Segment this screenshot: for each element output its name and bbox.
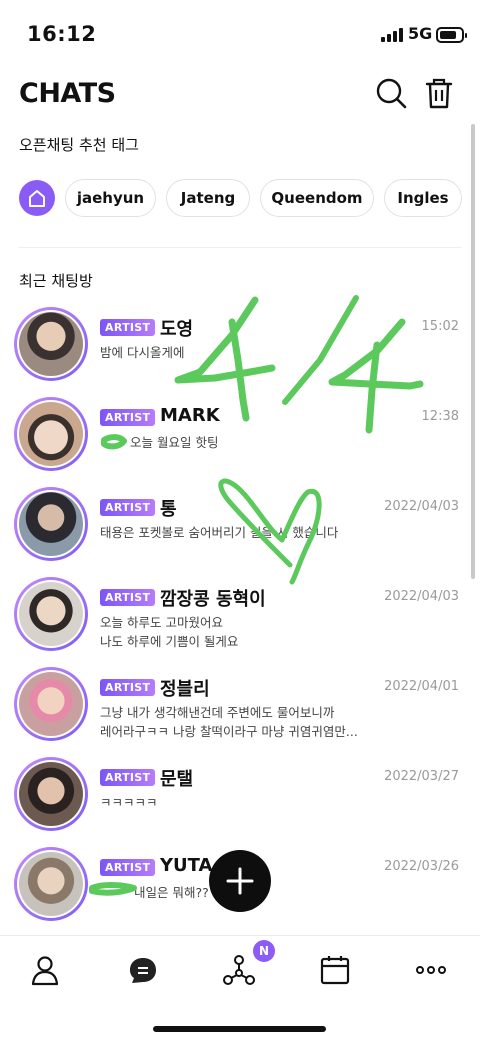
recent-section-label: 최근 채팅방 xyxy=(19,272,93,290)
chat-time: 12:38 xyxy=(421,409,459,424)
notification-badge: N xyxy=(253,940,275,962)
plus-icon xyxy=(226,867,254,895)
chat-icon[interactable] xyxy=(125,952,161,988)
chat-name: 깜장콩 동혁이 xyxy=(160,589,266,610)
chat-name: 도영 xyxy=(160,319,194,340)
search-icon[interactable] xyxy=(374,76,408,110)
chat-row[interactable]: ARTIST 통 2022/04/03 태용은 포켓볼로 숨어버리기 길을 시 … xyxy=(0,487,470,577)
artist-badge: ARTIST xyxy=(100,769,156,786)
status-time: 16:12 xyxy=(27,22,97,46)
artist-badge: ARTIST xyxy=(100,859,156,876)
avatar xyxy=(14,577,88,651)
chat-preview-line2: 레어라구ㅋㅋ 나랑 찰떡이라구 마냥 귀염귀염만... xyxy=(100,724,358,739)
scrollbar[interactable] xyxy=(471,124,475,579)
chat-preview: 그냥 내가 생각해낸건데 주변에도 물어보니까 xyxy=(100,705,335,720)
avatar xyxy=(14,307,88,381)
chat-row[interactable]: ARTIST 도영 15:02 밤에 다시올게에 xyxy=(0,307,470,397)
tab-bar: N xyxy=(0,935,480,1043)
tag-chip-ingles[interactable]: Ingles xyxy=(384,179,462,217)
tag-chip-jateng[interactable]: Jateng xyxy=(166,179,250,217)
artist-badge: ARTIST xyxy=(100,589,156,606)
network-type: 5G xyxy=(408,24,433,43)
home-indicator xyxy=(153,1026,326,1032)
avatar xyxy=(14,847,88,921)
chat-name: MARK xyxy=(160,405,220,426)
chat-time: 2022/04/01 xyxy=(384,679,459,694)
tags-section-label: 오픈채팅 추천 태그 xyxy=(19,136,139,154)
calendar-icon[interactable] xyxy=(317,952,353,988)
avatar xyxy=(14,487,88,561)
avatar xyxy=(14,667,88,741)
chat-name: YUTA xyxy=(160,855,213,876)
profile-icon[interactable] xyxy=(27,952,63,988)
chat-name: 통 xyxy=(160,499,177,520)
chat-preview: 내일은 뭐해?? xyxy=(134,885,209,900)
section-divider xyxy=(19,247,461,248)
chat-preview-line2: 나도 하루에 기쁨이 될게요 xyxy=(100,634,239,649)
chat-preview: 오늘 월요일 핫팅 xyxy=(130,435,219,450)
chat-name: 문탤 xyxy=(160,769,194,790)
trash-icon[interactable] xyxy=(422,76,456,110)
chat-preview: 밤에 다시올게에 xyxy=(100,345,185,360)
tag-chip-jaehyun[interactable]: jaehyun xyxy=(65,179,156,217)
chat-name: 정블리 xyxy=(160,679,210,700)
chat-preview: ㅋㅋㅋㅋㅋ xyxy=(100,795,158,810)
chat-row[interactable]: ARTIST 문탤 2022/03/27 ㅋㅋㅋㅋㅋ xyxy=(0,757,470,847)
more-icon[interactable] xyxy=(413,952,449,988)
artist-badge: ARTIST xyxy=(100,499,156,516)
chat-time: 15:02 xyxy=(421,319,459,334)
chat-row[interactable]: ARTIST MARK 12:38 오늘 월요일 핫팅 xyxy=(0,397,470,487)
chat-preview: 태용은 포켓볼로 숨어버리기 길을 시 했습니다 xyxy=(100,525,339,540)
avatar xyxy=(14,397,88,471)
status-bar: 16:12 5G xyxy=(0,0,480,70)
signal-icon xyxy=(381,28,403,42)
chat-row[interactable]: ARTIST 깜장콩 동혁이 2022/04/03 오늘 하루도 고마웠어요 나… xyxy=(0,577,470,667)
battery-icon xyxy=(436,27,467,43)
tag-chip-queendom[interactable]: Queendom xyxy=(260,179,374,217)
chat-time: 2022/04/03 xyxy=(384,499,459,514)
chat-row[interactable]: ARTIST 정블리 2022/04/01 그냥 내가 생각해낸건데 주변에도 … xyxy=(0,667,470,757)
artist-badge: ARTIST xyxy=(100,679,156,696)
artist-badge: ARTIST xyxy=(100,409,156,426)
chat-time: 2022/04/03 xyxy=(384,589,459,604)
home-icon xyxy=(29,190,45,207)
chat-time: 2022/03/27 xyxy=(384,769,459,784)
home-tag-button[interactable] xyxy=(19,180,55,216)
network-icon[interactable] xyxy=(221,952,257,988)
avatar xyxy=(14,757,88,831)
artist-badge: ARTIST xyxy=(100,319,156,336)
new-chat-button[interactable] xyxy=(209,850,271,912)
page-title: CHATS xyxy=(19,78,116,109)
chat-preview: 오늘 하루도 고마웠어요 xyxy=(100,615,223,630)
chat-time: 2022/03/26 xyxy=(384,859,459,874)
